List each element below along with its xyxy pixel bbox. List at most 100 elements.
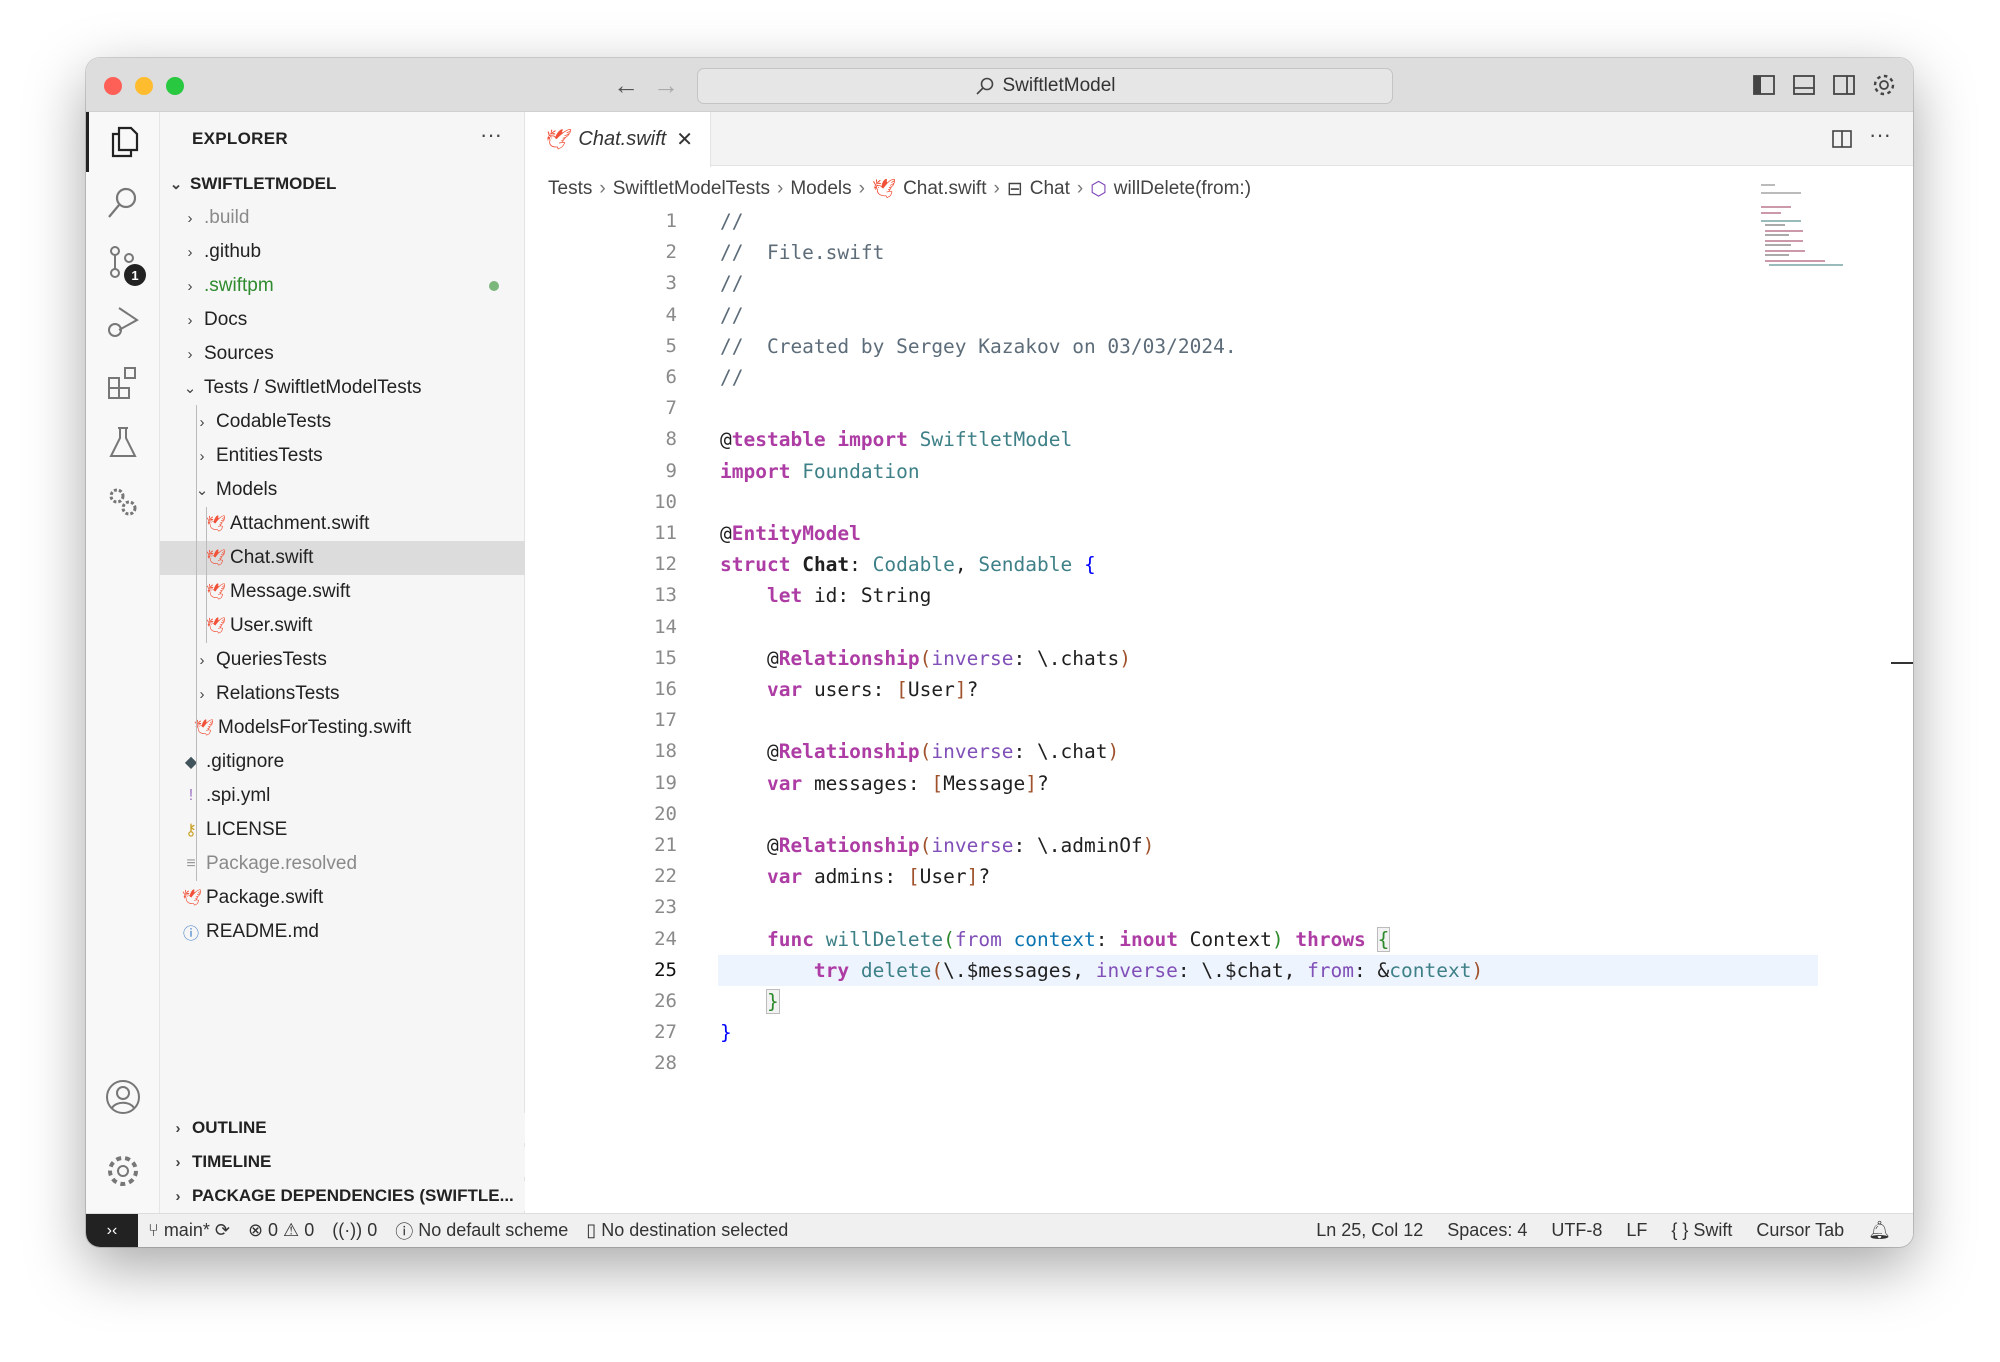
line-number: 23 bbox=[654, 896, 677, 919]
problems-status[interactable]: ⊗ 0 ⚠ 0 bbox=[248, 1220, 314, 1241]
code-line[interactable]: @EntityModel bbox=[720, 518, 861, 549]
tree-item[interactable]: › EntitiesTests bbox=[160, 439, 525, 473]
toggle-primary-sidebar-icon[interactable] bbox=[1751, 72, 1777, 98]
editor-more-button[interactable]: ··· bbox=[1869, 122, 1891, 148]
swift-packages-icon[interactable] bbox=[86, 472, 160, 532]
customize-layout-gear-icon[interactable] bbox=[1871, 72, 1897, 98]
chevron-right-icon: › bbox=[187, 277, 193, 295]
code-line[interactable]: @Relationship(inverse: \.chat) bbox=[720, 736, 1119, 767]
code-line[interactable]: // File.swift bbox=[720, 237, 884, 268]
code-line[interactable]: @Relationship(inverse: \.chats) bbox=[720, 643, 1131, 674]
notifications-bell-icon[interactable]: 🔔︎ bbox=[1868, 1220, 1891, 1241]
toggle-panel-icon[interactable] bbox=[1791, 72, 1817, 98]
section-outline[interactable]: › OUTLINE bbox=[160, 1113, 525, 1143]
extensions-icon[interactable] bbox=[86, 352, 160, 412]
tree-item[interactable]: › .swiftpm bbox=[160, 269, 525, 303]
breadcrumb-item[interactable]: SwiftletModelTests bbox=[613, 178, 770, 200]
code-line[interactable]: } bbox=[720, 986, 780, 1017]
tab-chat-swift[interactable]: 🕊︎ Chat.swift ✕ bbox=[525, 112, 711, 167]
explorer-sidebar: EXPLORER ··· ⌄ SWIFTLETMODEL › .build › .git… bbox=[160, 112, 525, 1213]
back-arrow-icon[interactable]: ← bbox=[613, 70, 639, 101]
sync-icon[interactable]: ⟳ bbox=[215, 1220, 230, 1241]
cursor-tab-status[interactable]: Cursor Tab bbox=[1756, 1220, 1844, 1241]
cursor-position[interactable]: Ln 25, Col 12 bbox=[1316, 1220, 1423, 1241]
code-line[interactable]: // Created by Sergey Kazakov on 03/03/20… bbox=[720, 331, 1237, 362]
section-package-dependencies[interactable]: › PACKAGE DEPENDENCIES (SWIFTLE... bbox=[160, 1181, 525, 1211]
tree-item[interactable]: ⌄ Models bbox=[160, 473, 525, 507]
settings-gear-icon[interactable] bbox=[86, 1141, 160, 1201]
ports-status[interactable]: ((·)) 0 bbox=[332, 1220, 377, 1241]
breadcrumb-item[interactable]: Models bbox=[790, 178, 851, 200]
zoom-window-button[interactable] bbox=[166, 77, 184, 95]
tree-item[interactable]: 🕊︎ User.swift bbox=[160, 609, 525, 643]
minimize-window-button[interactable] bbox=[135, 77, 153, 95]
code-line[interactable]: @testable import SwiftletModel bbox=[720, 424, 1072, 455]
tree-item[interactable]: › .github bbox=[160, 235, 525, 269]
close-tab-icon[interactable]: ✕ bbox=[676, 127, 693, 152]
tree-item[interactable]: ◆ .gitignore bbox=[160, 745, 525, 779]
code-line[interactable]: // bbox=[720, 362, 743, 393]
close-window-button[interactable] bbox=[104, 77, 122, 95]
code-line[interactable]: var admins: [User]? bbox=[720, 861, 990, 892]
tree-item[interactable]: › .build bbox=[160, 201, 525, 235]
command-center-search[interactable]: SwiftletModel bbox=[697, 68, 1393, 104]
breadcrumb-item[interactable]: Tests bbox=[548, 178, 592, 200]
tree-item[interactable]: ! .spi.yml bbox=[160, 779, 525, 813]
breadcrumb-item[interactable]: Chat bbox=[1030, 178, 1070, 200]
destination-status[interactable]: ▯ No destination selected bbox=[586, 1220, 788, 1241]
minimap[interactable] bbox=[1761, 182, 1861, 272]
tree-item[interactable]: › Sources bbox=[160, 337, 525, 371]
language-mode[interactable]: { } Swift bbox=[1671, 1220, 1732, 1241]
branch-status[interactable]: ⑂ main* ⟳ bbox=[148, 1220, 230, 1241]
split-editor-icon[interactable] bbox=[1831, 128, 1853, 150]
search-icon[interactable] bbox=[86, 172, 160, 232]
tree-item[interactable]: 🕊︎ Message.swift bbox=[160, 575, 525, 609]
source-control-icon[interactable]: 1 bbox=[86, 232, 160, 292]
toggle-secondary-sidebar-icon[interactable] bbox=[1831, 72, 1857, 98]
line-ending[interactable]: LF bbox=[1626, 1220, 1647, 1241]
tree-item[interactable]: ⌄ Tests / SwiftletModelTests bbox=[160, 371, 525, 405]
code-line[interactable]: try delete(\.$messages, inverse: \.$chat… bbox=[720, 955, 1483, 986]
line-number: 5 bbox=[665, 334, 677, 357]
code-line[interactable]: // bbox=[720, 268, 743, 299]
tree-item[interactable]: ≡ Package.resolved bbox=[160, 847, 525, 881]
code-line[interactable]: // bbox=[720, 206, 743, 237]
encoding[interactable]: UTF-8 bbox=[1551, 1220, 1602, 1241]
scheme-status[interactable]: ⓘ No default scheme bbox=[395, 1218, 568, 1244]
code-line[interactable]: struct Chat: Codable, Sendable { bbox=[720, 549, 1096, 580]
code-line[interactable]: // bbox=[720, 300, 743, 331]
error-icon: ⊗ bbox=[247, 1220, 264, 1240]
workspace-root[interactable]: ⌄ SWIFTLETMODEL bbox=[160, 167, 525, 201]
code-token: { bbox=[1084, 553, 1096, 577]
breadcrumb-item[interactable]: willDelete(from:) bbox=[1114, 178, 1251, 200]
tree-item[interactable]: 🕊︎ Package.swift bbox=[160, 881, 525, 915]
section-timeline[interactable]: › TIMELINE bbox=[160, 1147, 525, 1177]
run-debug-icon[interactable] bbox=[86, 292, 160, 352]
account-icon[interactable] bbox=[86, 1067, 160, 1127]
code-line[interactable]: import Foundation bbox=[720, 456, 920, 487]
tree-item[interactable]: › Docs bbox=[160, 303, 525, 337]
explorer-files-icon[interactable] bbox=[86, 112, 160, 172]
tree-item[interactable]: ⚷ LICENSE bbox=[160, 813, 525, 847]
tree-item[interactable]: 🕊︎ ModelsForTesting.swift bbox=[160, 711, 525, 745]
code-line[interactable]: @Relationship(inverse: \.adminOf) bbox=[720, 830, 1154, 861]
code-line[interactable]: } bbox=[720, 1017, 732, 1048]
tree-item[interactable]: › CodableTests bbox=[160, 405, 525, 439]
explorer-more-button[interactable]: ··· bbox=[480, 122, 502, 148]
tree-item[interactable]: 🕊︎ Attachment.swift bbox=[160, 507, 525, 541]
breadcrumb-item[interactable]: Chat.swift bbox=[903, 178, 986, 200]
tree-item-label: Package.swift bbox=[206, 887, 324, 908]
tree-item[interactable]: › RelationsTests bbox=[160, 677, 525, 711]
forward-arrow-icon[interactable]: → bbox=[653, 70, 679, 101]
tree-item[interactable]: 🕊︎ Chat.swift bbox=[160, 541, 525, 575]
remote-indicator-icon[interactable]: ›‹ bbox=[86, 1213, 138, 1247]
code-line[interactable]: var users: [User]? bbox=[720, 674, 978, 705]
code-line[interactable]: var messages: [Message]? bbox=[720, 768, 1049, 799]
tree-item[interactable]: ⓘ README.md bbox=[160, 915, 525, 949]
indentation[interactable]: Spaces: 4 bbox=[1447, 1220, 1527, 1241]
code-line[interactable]: func willDelete(from context: inout Cont… bbox=[720, 924, 1391, 955]
tree-item[interactable]: › QueriesTests bbox=[160, 643, 525, 677]
code-line[interactable]: let id: String bbox=[720, 580, 931, 611]
testing-flask-icon[interactable] bbox=[86, 412, 160, 472]
